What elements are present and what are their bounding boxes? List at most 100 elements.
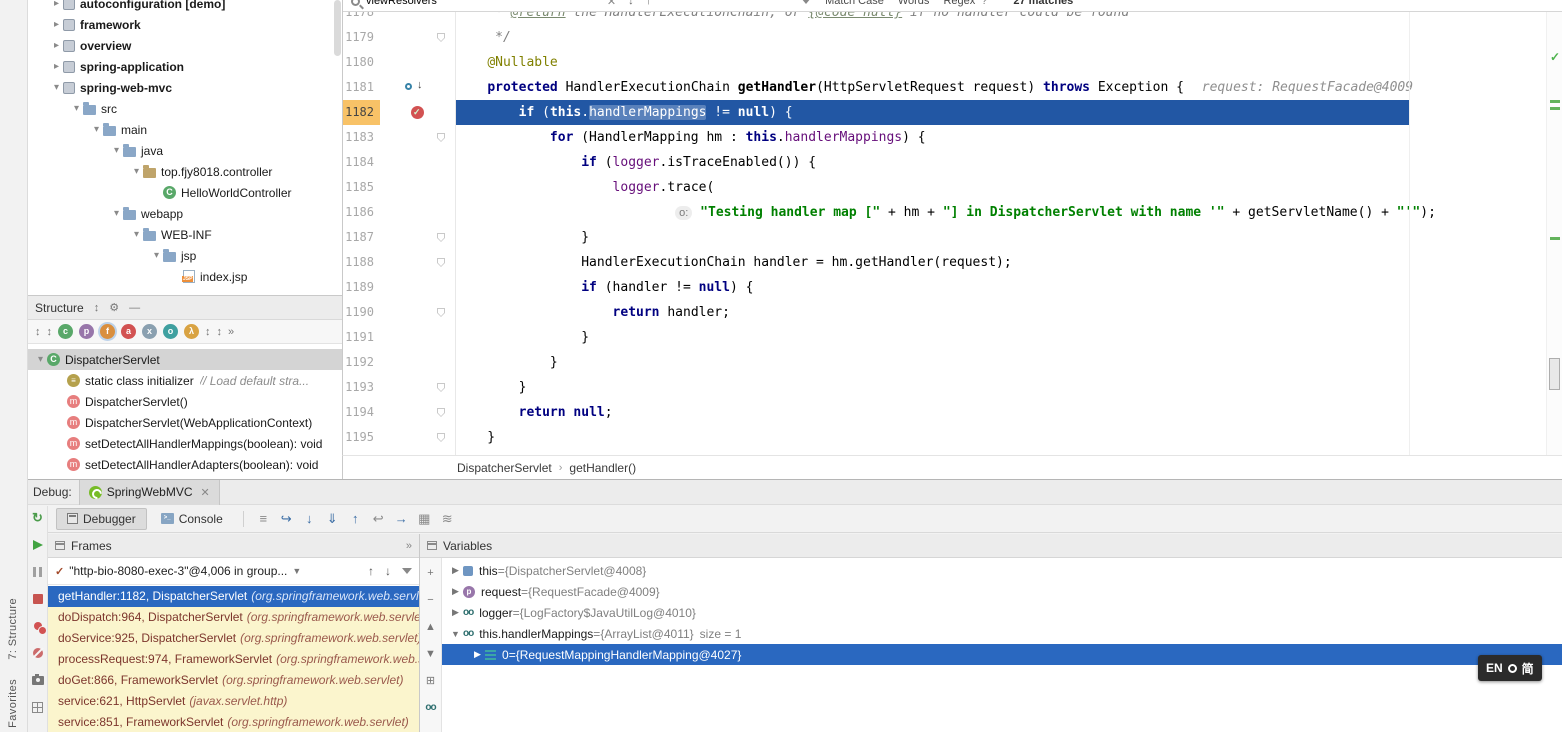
- variable-row-this[interactable]: ▶this = {DispatcherServlet@4008}: [442, 560, 1562, 581]
- gutter-line-1180[interactable]: 1180: [343, 50, 456, 75]
- expand-all-icon[interactable]: ↕: [94, 302, 100, 314]
- gutter-line-1194[interactable]: 1194: [343, 400, 456, 425]
- pause-icon[interactable]: [31, 565, 45, 579]
- step-out-icon[interactable]: ↑: [346, 508, 365, 530]
- gutter-line-1183[interactable]: 1183: [343, 125, 456, 150]
- gutter-line-1189[interactable]: 1189: [343, 275, 456, 300]
- frame-row-gethandler-1182[interactable]: getHandler:1182, DispatcherServlet(org.s…: [48, 586, 419, 607]
- sort-icon[interactable]: ↕: [205, 326, 211, 338]
- structure-stripe-button[interactable]: 7: Structure: [7, 598, 19, 660]
- frame-row-doservice-925[interactable]: doService:925, DispatcherServlet(org.spr…: [48, 628, 419, 649]
- gutter-line-1188[interactable]: 1188: [343, 250, 456, 275]
- filter-o-button[interactable]: o: [163, 324, 178, 339]
- filter-p-button[interactable]: p: [79, 324, 94, 339]
- add-watch-icon[interactable]: +: [427, 566, 433, 580]
- settings-icon[interactable]: ≋: [438, 508, 457, 530]
- filter-c-button[interactable]: c: [58, 324, 73, 339]
- structure-item-dispatcherservlet-webapplicationcontext[interactable]: mDispatcherServlet(WebApplicationContext…: [28, 412, 342, 433]
- stripe-mark[interactable]: [1550, 100, 1560, 103]
- hide-frames-filter-icon[interactable]: [402, 568, 412, 574]
- gutter-line-1195[interactable]: 1195: [343, 425, 456, 450]
- editor-scrollbar[interactable]: ✓: [1546, 0, 1562, 455]
- code-line-1184[interactable]: if (logger.isTraceEnabled()) {: [456, 150, 1546, 175]
- hide-panel-icon[interactable]: —: [129, 302, 140, 314]
- duplicate-watch-icon[interactable]: ⊞: [426, 674, 435, 688]
- filter-f-button[interactable]: f: [100, 324, 115, 339]
- code-line-1195[interactable]: }: [456, 425, 1546, 450]
- gutter-line-1182[interactable]: 1182: [343, 100, 456, 125]
- gutter-line-1186[interactable]: 1186: [343, 200, 456, 225]
- view-options-icon[interactable]: ≡: [254, 508, 273, 530]
- match-case-toggle[interactable]: Match Case: [825, 0, 884, 7]
- run-to-cursor-icon[interactable]: →: [392, 508, 411, 530]
- code-line-1183[interactable]: for (HandlerMapping hm : this.handlerMap…: [456, 125, 1546, 150]
- gutter-line-1191[interactable]: 1191: [343, 325, 456, 350]
- prev-match-icon[interactable]: ↑: [646, 0, 652, 7]
- words-toggle[interactable]: Words: [898, 0, 930, 7]
- gutter-line-1179[interactable]: 1179: [343, 25, 456, 50]
- variable-row-this-handlermappings[interactable]: ▼oothis.handlerMappings = {ArrayList@401…: [442, 623, 1562, 644]
- tree-item-jsp[interactable]: ▾jsp: [28, 245, 342, 266]
- tree-item-overview[interactable]: ▸overview: [28, 35, 342, 56]
- frame-row-doget-866[interactable]: doGet:866, FrameworkServlet(org.springfr…: [48, 670, 419, 691]
- filter-x-button[interactable]: x: [142, 324, 157, 339]
- structure-item-setdetectallhandlermappings-boolean-void[interactable]: msetDetectAllHandlerMappings(boolean): v…: [28, 433, 342, 454]
- search-filter-icon[interactable]: [801, 0, 811, 4]
- search-input[interactable]: viewResolvers: [366, 0, 437, 7]
- gutter-line-1193[interactable]: 1193: [343, 375, 456, 400]
- filter-a-button[interactable]: a: [121, 324, 136, 339]
- code-line-1186[interactable]: o: "Testing handler map [" + hm + "] in …: [456, 200, 1546, 225]
- code-line-1180[interactable]: @Nullable: [456, 50, 1546, 75]
- stripe-mark[interactable]: [1550, 107, 1560, 110]
- remove-watch-icon[interactable]: −: [427, 593, 433, 607]
- sort-icon[interactable]: »: [228, 326, 234, 338]
- screenshot-icon[interactable]: [31, 673, 45, 687]
- project-tree-scrollbar[interactable]: [334, 0, 341, 56]
- tree-item-java[interactable]: ▾java: [28, 140, 342, 161]
- scrollbar-thumb[interactable]: [1549, 358, 1560, 390]
- next-match-icon[interactable]: ↓: [628, 0, 634, 7]
- gutter-line-1185[interactable]: 1185: [343, 175, 456, 200]
- code-line-1187[interactable]: }: [456, 225, 1546, 250]
- next-frame-icon[interactable]: ↓: [385, 564, 391, 578]
- rerun-icon[interactable]: ↻: [31, 511, 45, 525]
- tab-debugger[interactable]: Debugger: [56, 508, 147, 530]
- code-line-1190[interactable]: return handler;: [456, 300, 1546, 325]
- thread-selector[interactable]: ✓ "http-bio-8080-exec-3"@4,006 in group.…: [48, 558, 419, 585]
- code-line-1188[interactable]: HandlerExecutionChain handler = hm.getHa…: [456, 250, 1546, 275]
- code-line-1193[interactable]: }: [456, 375, 1546, 400]
- move-watch-down-icon[interactable]: ▼: [425, 647, 436, 661]
- tree-item-spring-web-mvc[interactable]: ▾spring-web-mvc: [28, 77, 342, 98]
- frame-row-dodispatch-964[interactable]: doDispatch:964, DispatcherServlet(org.sp…: [48, 607, 419, 628]
- variable-row-0[interactable]: ▶0 = {RequestMappingHandlerMapping@4027}: [442, 644, 1562, 665]
- gutter-line-1187[interactable]: 1187: [343, 225, 456, 250]
- pin-panel-icon[interactable]: »: [406, 540, 412, 552]
- ime-indicator[interactable]: EN 简: [1478, 655, 1542, 681]
- gutter-line-1181[interactable]: 1181: [343, 75, 456, 100]
- structure-item-dispatcherservlet[interactable]: mDispatcherServlet(): [28, 391, 342, 412]
- gear-icon[interactable]: ⚙: [109, 301, 119, 314]
- breadcrumb-item-dispatcherservlet[interactable]: DispatcherServlet: [457, 461, 552, 475]
- force-step-into-icon[interactable]: ⇓: [323, 508, 342, 530]
- structure-item-dispatcherservlet[interactable]: ▾CDispatcherServlet: [28, 349, 342, 370]
- tree-item-top-fjy8018-controller[interactable]: ▾top.fjy8018.controller: [28, 161, 342, 182]
- variable-row-logger[interactable]: ▶oologger = {LogFactory$JavaUtilLog@4010…: [442, 602, 1562, 623]
- inspection-status-icon[interactable]: ✓: [1550, 50, 1560, 64]
- regex-toggle[interactable]: Regex: [943, 0, 975, 7]
- code-editor[interactable]: 1178 * @return the HandlerExecutionChain…: [342, 0, 1562, 455]
- step-over-icon[interactable]: ↪: [277, 508, 296, 530]
- tree-item-webapp[interactable]: ▾webapp: [28, 203, 342, 224]
- code-line-1191[interactable]: }: [456, 325, 1546, 350]
- clear-search-icon[interactable]: ✕: [607, 0, 616, 8]
- sort-icon[interactable]: ↕: [47, 326, 53, 338]
- tree-item-framework[interactable]: ▸framework: [28, 14, 342, 35]
- evaluate-expression-icon[interactable]: ▦: [415, 508, 434, 530]
- code-line-1194[interactable]: return null;: [456, 400, 1546, 425]
- tree-item-src[interactable]: ▾src: [28, 98, 342, 119]
- regex-help-icon[interactable]: ?: [981, 0, 987, 7]
- prev-frame-icon[interactable]: ↑: [368, 564, 374, 578]
- resume-icon[interactable]: [31, 538, 45, 552]
- favorites-stripe-button[interactable]: Favorites: [7, 679, 19, 728]
- tree-item-helloworldcontroller[interactable]: CHelloWorldController: [28, 182, 342, 203]
- mute-breakpoints-icon[interactable]: [31, 646, 45, 660]
